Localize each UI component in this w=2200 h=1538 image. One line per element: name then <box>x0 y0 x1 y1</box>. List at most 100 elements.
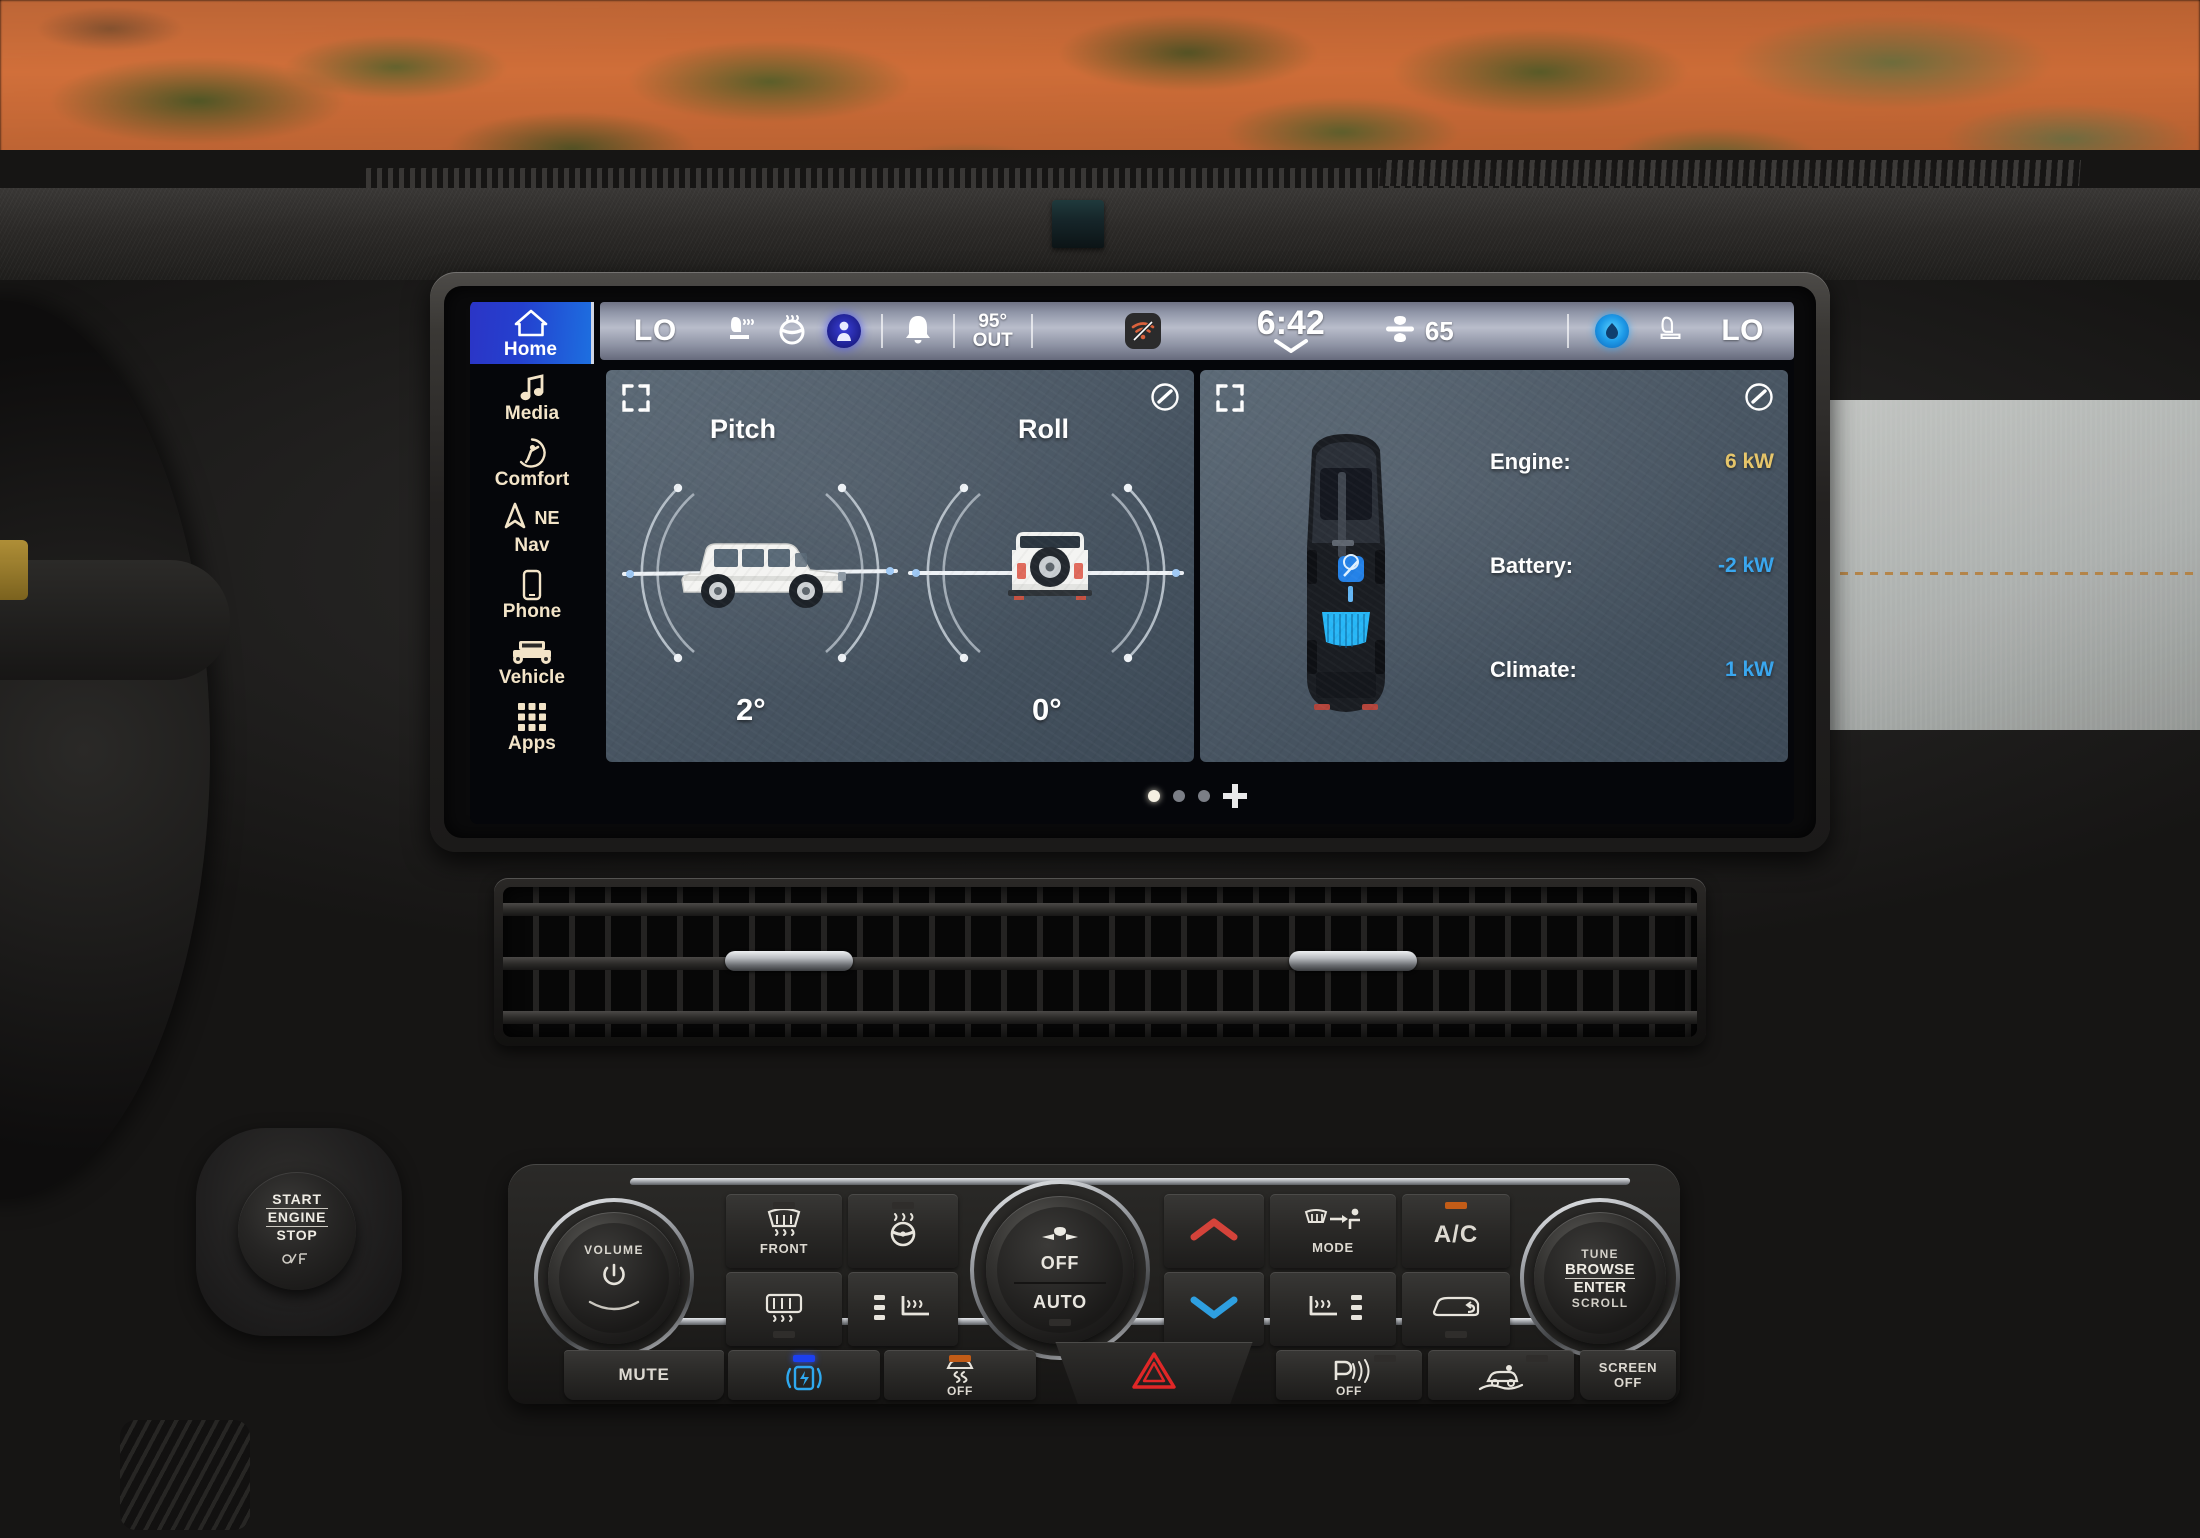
outside-temp-value: 95° <box>978 310 1008 332</box>
clock[interactable]: 6:42 <box>1257 304 1325 358</box>
blue-status-dot-icon[interactable] <box>1595 314 1630 348</box>
sidebar-item-label: Phone <box>502 600 562 622</box>
expand-icon[interactable] <box>622 384 650 412</box>
sidebar-item-label: Nav <box>514 534 550 556</box>
fan-icon <box>1040 1226 1080 1253</box>
fan-speed-value: 65 <box>1424 315 1454 346</box>
fan-speed-indicator[interactable]: 65 <box>1383 314 1454 349</box>
air-mode-icon <box>1302 1207 1364 1240</box>
screen-off-label-1: SCREEN <box>1598 1360 1658 1375</box>
plus-icon[interactable] <box>1222 784 1247 808</box>
engine-value: 6 kW <box>1724 450 1774 473</box>
browse-label: BROWSE <box>1565 1260 1635 1279</box>
heated-seat-icon[interactable] <box>723 312 757 351</box>
sidebar-item-media[interactable]: Media <box>470 364 594 430</box>
screen-off-button[interactable]: SCREEN OFF <box>1580 1350 1676 1400</box>
heated-seat-icon <box>1301 1292 1365 1326</box>
heated-steering-wheel-button[interactable] <box>848 1194 958 1268</box>
battery-save-button[interactable] <box>728 1350 880 1400</box>
hazard-button[interactable] <box>1055 1342 1253 1404</box>
pager-dot-2[interactable] <box>1172 790 1185 802</box>
hill-descent-button[interactable] <box>1428 1350 1574 1400</box>
sidebar-item-apps[interactable]: Apps <box>470 694 594 760</box>
driver-temp-value[interactable]: LO <box>634 314 677 348</box>
wifi-off-icon[interactable] <box>1124 313 1161 349</box>
ac-led <box>1445 1202 1467 1209</box>
front-defrost-button[interactable]: FRONT <box>726 1194 842 1268</box>
edit-slash-icon[interactable] <box>1150 382 1180 412</box>
status-divider <box>1567 314 1570 348</box>
passenger-seat-heat-button[interactable] <box>1270 1272 1396 1346</box>
ignition-line-1: START <box>272 1190 322 1207</box>
esc-led <box>949 1355 971 1362</box>
fan-auto-knob[interactable]: OFF AUTO <box>986 1196 1134 1344</box>
recirculation-led <box>1445 1331 1467 1338</box>
enter-label: ENTER <box>1573 1278 1627 1296</box>
home-icon <box>514 308 548 338</box>
rear-defrost-icon <box>762 1291 806 1328</box>
expand-icon[interactable] <box>1216 384 1244 412</box>
edit-slash-icon[interactable] <box>1744 382 1774 412</box>
center-air-vent[interactable] <box>494 878 1706 1046</box>
bell-icon[interactable] <box>903 313 933 350</box>
camera-sensor-pod <box>1052 200 1104 248</box>
air-mode-label: MODE <box>1312 1240 1354 1255</box>
steering-wheel-badge <box>0 540 28 600</box>
sidebar-item-phone[interactable]: Phone <box>470 562 594 628</box>
widget-pager[interactable] <box>606 778 1788 814</box>
power-icon[interactable] <box>600 1261 628 1294</box>
passenger-temp-value[interactable]: LO <box>1721 314 1764 348</box>
pager-dot-3[interactable] <box>1197 790 1210 802</box>
pager-dot-1[interactable] <box>1147 790 1160 802</box>
sidebar-item-vehicle[interactable]: Vehicle <box>470 628 594 694</box>
vent-slats[interactable] <box>503 887 1697 1037</box>
start-engine-stop-button[interactable]: START ENGINE STOP <box>238 1172 356 1290</box>
pitch-roll-widget[interactable]: Pitch 2° Roll 0° <box>606 370 1194 762</box>
voice-assistant-icon[interactable] <box>826 314 861 348</box>
pitch-gauge-title: Pitch <box>710 414 777 444</box>
fan-off-label: OFF <box>1040 1253 1080 1273</box>
air-mode-button[interactable]: MODE <box>1270 1194 1396 1268</box>
temp-up-button[interactable] <box>1164 1194 1264 1268</box>
infotainment-display[interactable]: Home Media Comfort NE Nav Phone Vehicle … <box>470 300 1794 824</box>
front-defrost-led <box>773 1202 795 1209</box>
power-flow-row: Climate: 1 kW <box>1490 618 1774 722</box>
screen-off-label-2: OFF <box>1613 1375 1643 1390</box>
power-flow-row: Battery: -2 kW <box>1490 514 1774 618</box>
ac-button[interactable]: A/C <box>1402 1194 1510 1268</box>
rear-defrost-button[interactable] <box>726 1272 842 1346</box>
sidebar-item-label: Home <box>503 338 558 360</box>
driver-seat-heat-button[interactable] <box>848 1272 958 1346</box>
vent-horizontal-bar <box>503 1011 1697 1024</box>
jeep-side-view <box>681 543 846 608</box>
battery-charge-icon <box>781 1363 827 1398</box>
mute-button[interactable]: MUTE <box>564 1350 724 1400</box>
temp-down-button[interactable] <box>1164 1272 1264 1346</box>
door-speaker-grille <box>120 1420 250 1530</box>
sidebar-item-nav[interactable]: NE Nav <box>470 496 594 562</box>
sidebar-item-comfort[interactable]: Comfort <box>470 430 594 496</box>
heated-steering-led <box>892 1202 914 1209</box>
roll-gauge-value: 0° <box>1032 692 1062 727</box>
hazard-triangle-icon <box>1131 1350 1177 1397</box>
heated-seat-icon <box>872 1292 935 1326</box>
sidebar-item-home[interactable]: Home <box>470 302 594 364</box>
recirculation-button[interactable] <box>1402 1272 1510 1346</box>
climate-control-panel[interactable]: VOLUME FRONT OFF AUTO MODE A/C TUNE BROW… <box>508 1164 1680 1404</box>
climate-value: 1 kW <box>1724 658 1774 681</box>
navigation-rail[interactable]: Home Media Comfort NE Nav Phone Vehicle … <box>470 300 594 824</box>
heated-seat-icon[interactable] <box>1655 313 1687 350</box>
park-sense-off-button[interactable]: OFF <box>1276 1350 1422 1400</box>
vent-direction-knob-left[interactable] <box>725 951 853 971</box>
heated-steering-wheel-icon[interactable] <box>775 312 809 351</box>
vent-direction-knob-right[interactable] <box>1289 951 1417 971</box>
chevron-down-icon[interactable] <box>1273 339 1309 358</box>
park-sense-led <box>1374 1355 1396 1362</box>
fan-auto-label: AUTO <box>1033 1292 1087 1312</box>
tune-browse-enter-knob[interactable]: TUNE BROWSE ENTER SCROLL <box>1534 1212 1666 1344</box>
volume-knob[interactable]: VOLUME <box>548 1212 680 1344</box>
status-bar[interactable]: LO 95° OUT 6:42 65 LO <box>600 302 1794 360</box>
music-note-icon <box>518 372 546 402</box>
traction-control-off-button[interactable]: OFF <box>884 1350 1036 1400</box>
power-flow-widget[interactable]: Engine: 6 kW Battery: -2 kW Climate: 1 k… <box>1200 370 1788 762</box>
